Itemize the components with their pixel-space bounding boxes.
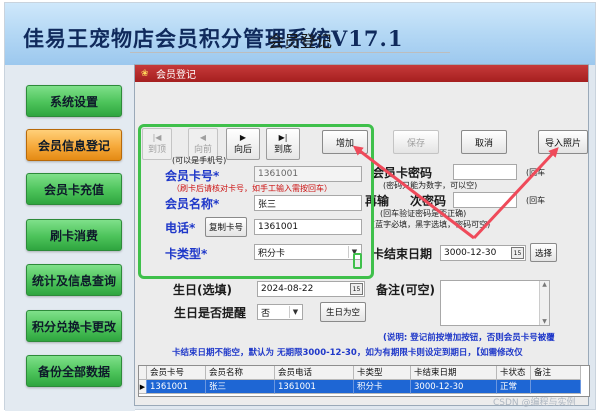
cell-member-phone[interactable]: 1361001	[275, 380, 354, 394]
clear-birthday-button[interactable]: 生日为空	[320, 302, 366, 322]
row-selector-header	[139, 366, 147, 380]
table-row[interactable]: ▶ 1361001 张三 1361001 积分卡 3000-12-30 正常	[139, 380, 581, 394]
cell-card-status[interactable]: 正常	[497, 380, 531, 394]
table-header-row: 会员卡号 会员名称 会员电话 卡类型 卡结束日期 卡状态 备注	[139, 366, 581, 380]
col-member-name[interactable]: 会员名称	[206, 366, 275, 380]
scrollbar[interactable]: ▲ ▼	[539, 281, 549, 325]
col-card-type[interactable]: 卡类型	[354, 366, 411, 380]
expire-note: 卡结束日期不能空，默认为 无期限3000-12-30，如为有期限卡则设定到期日，…	[172, 348, 523, 358]
confirm-password-label: 次密码	[410, 194, 447, 208]
card-password-field[interactable]	[453, 164, 517, 180]
app-logo-icon: ❀	[141, 68, 149, 79]
birthday-label: 生日(选填)	[173, 283, 232, 297]
col-member-phone[interactable]: 会员电话	[275, 366, 354, 380]
birthday-value: 2024-08-22	[261, 284, 314, 294]
calendar-icon[interactable]: 15	[350, 283, 363, 295]
confirm-password-field[interactable]	[453, 192, 517, 208]
sidebar-item-points-exchange[interactable]: 积分兑换卡更改	[26, 310, 122, 342]
sidebar-item-system-settings[interactable]: 系统设置	[26, 85, 122, 117]
birthday-remind-label: 生日是否提醒	[174, 306, 247, 320]
sidebar-item-backup-data[interactable]: 备份全部数据	[26, 355, 122, 387]
cancel-button[interactable]: 取消	[461, 130, 507, 154]
row-selector-arrow-icon[interactable]: ▶	[139, 380, 147, 394]
sidebar-item-card-recharge[interactable]: 会员卡充值	[26, 173, 122, 205]
card-password-hint: (密码只能为数字，可以空)	[383, 181, 478, 190]
notes-field[interactable]: ▲ ▼	[440, 280, 550, 326]
birthday-remind-value: 否	[261, 308, 271, 319]
window-titlebar: ❀ 会员登记	[135, 65, 588, 82]
member-table: 会员卡号 会员名称 会员电话 卡类型 卡结束日期 卡状态 备注 ▶ 136100…	[138, 365, 590, 397]
chevron-down-icon[interactable]: ▼	[289, 306, 301, 318]
highlight-box	[138, 124, 374, 279]
sidebar-item-statistics-query[interactable]: 统计及信息查询	[26, 264, 122, 296]
page-title: 会员登记	[268, 32, 333, 51]
watermark: CSDN @编程与实例	[493, 398, 576, 408]
col-card-status[interactable]: 卡状态	[497, 366, 531, 380]
cell-member-name[interactable]: 张三	[206, 380, 275, 394]
sidebar-item-card-consumption[interactable]: 刷卡消费	[26, 219, 122, 251]
select-date-button[interactable]: 选择	[530, 243, 557, 262]
confirm-password-hint: (回车验证密码是否正确)	[380, 209, 467, 218]
col-notes[interactable]: 备注	[531, 366, 581, 380]
expire-date-field[interactable]: 3000-12-30 15	[440, 245, 526, 261]
highlight-box-small	[353, 253, 362, 269]
expire-date-label: 卡结束日期	[372, 247, 433, 261]
explain-note: (说明: 登记前按增加按钮，否则会员卡号被覆	[383, 333, 555, 343]
col-expire-date[interactable]: 卡结束日期	[411, 366, 497, 380]
cell-card-type[interactable]: 积分卡	[354, 380, 411, 394]
birthday-field[interactable]: 2024-08-22 15	[257, 281, 365, 297]
expire-date-value: 3000-12-30	[444, 248, 497, 258]
required-note: (蓝字必填，黑字选填，密码可空)	[372, 220, 491, 229]
cell-notes[interactable]	[531, 380, 581, 394]
calendar-icon[interactable]: 15	[511, 247, 524, 259]
notes-label: 备注(可空)	[376, 283, 435, 297]
window-title: 会员登记	[156, 70, 196, 81]
cell-expire-date[interactable]: 3000-12-30	[411, 380, 497, 394]
app-title: 佳易王宠物店会员积分管理系统V17.1	[23, 26, 404, 51]
cell-card-no[interactable]: 1361001	[147, 380, 206, 394]
card-password-label: 会员卡密码	[372, 166, 433, 180]
confirm-password-enter-hint: (回车	[526, 196, 546, 205]
divider	[130, 52, 450, 53]
sidebar-item-member-registration[interactable]: 会员信息登记	[26, 129, 122, 161]
card-password-enter-hint: (回车	[526, 168, 546, 177]
col-card-no[interactable]: 会员卡号	[147, 366, 206, 380]
save-button[interactable]: 保存	[393, 130, 439, 154]
import-photo-button[interactable]: 导入照片	[538, 130, 588, 154]
birthday-remind-select[interactable]: 否 ▼	[257, 304, 303, 320]
sidebar: 系统设置 会员信息登记 会员卡充值 刷卡消费 统计及信息查询 积分兑换卡更改 备…	[5, 65, 135, 411]
